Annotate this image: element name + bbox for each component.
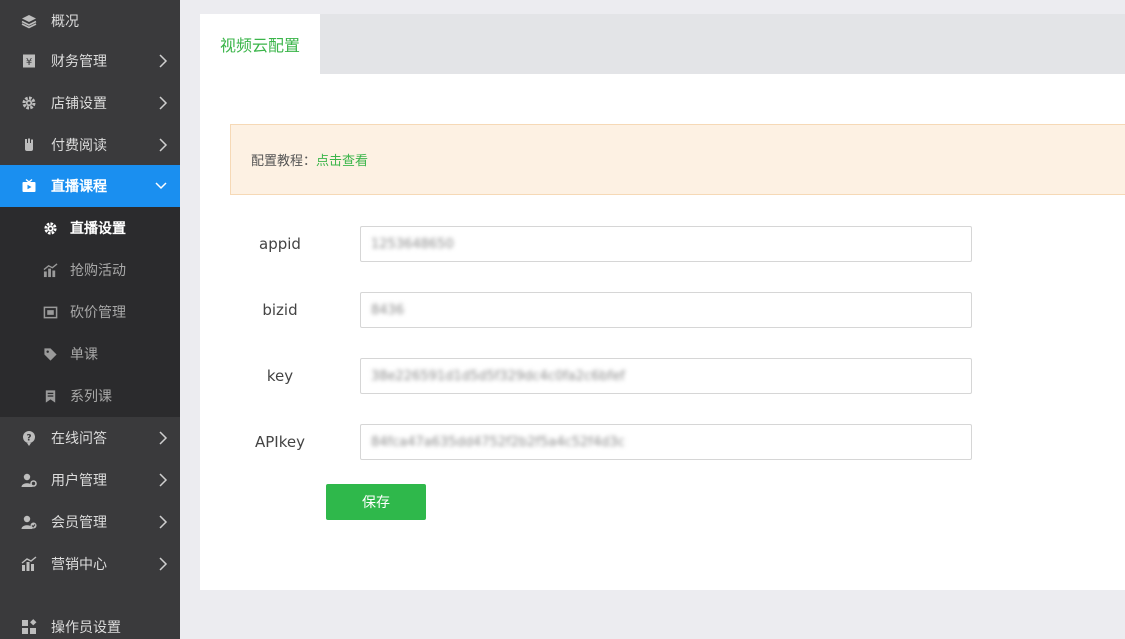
submenu-item-label: 系列课 <box>70 389 112 405</box>
hand-icon <box>20 136 38 154</box>
live-course-submenu: 直播设置 抢购活动 砍价管理 单课 系列课 <box>0 207 180 417</box>
main-panel: 视频云配置 配置教程： 点击查看 appid bizid key APIkey … <box>200 14 1125 590</box>
appid-field-wrap <box>360 226 972 262</box>
sidebar-item-paid-reading[interactable]: 付费阅读 <box>0 124 180 166</box>
form-row-apikey: APIkey <box>230 424 972 460</box>
chevron-down-icon <box>155 182 167 190</box>
sidebar-item-store-settings[interactable]: 店铺设置 <box>0 82 180 124</box>
appid-field[interactable] <box>361 227 971 261</box>
sidebar-item-label: 财务管理 <box>51 54 107 70</box>
chevron-right-icon <box>159 96 168 110</box>
chevron-right-icon <box>159 138 168 152</box>
sidebar-item-label: 操作员设置 <box>51 620 121 636</box>
live-tv-icon <box>20 177 38 195</box>
sidebar-item-operator-settings[interactable]: 操作员设置 <box>0 606 180 639</box>
submenu-item-label: 砍价管理 <box>70 305 126 321</box>
chevron-right-icon <box>159 515 168 529</box>
sidebar-item-finance[interactable]: ¥ 财务管理 <box>0 40 180 82</box>
sidebar-item-label: 直播课程 <box>51 179 107 195</box>
sidebar-item-marketing-center[interactable]: 营销中心 <box>0 543 180 585</box>
sidebar-item-label: 在线问答 <box>51 431 107 447</box>
sidebar-item-label: 营销中心 <box>51 557 107 573</box>
question-icon: ? <box>20 429 38 447</box>
sidebar: 概况 ¥ 财务管理 店铺设置 付费阅读 直播课程 直播设置 抢购活动 砍价管理 … <box>0 0 180 639</box>
chevron-right-icon <box>159 557 168 571</box>
svg-text:¥: ¥ <box>26 57 32 68</box>
bizid-field-wrap <box>360 292 972 328</box>
form-row-key: key <box>230 358 972 394</box>
submenu-item-live-settings[interactable]: 直播设置 <box>0 207 180 249</box>
gear-icon <box>20 94 38 112</box>
apikey-field-wrap <box>360 424 972 460</box>
bar-chart-icon <box>42 262 58 278</box>
apikey-label: APIkey <box>255 433 305 451</box>
sidebar-item-label: 概况 <box>51 14 79 30</box>
bizid-label: bizid <box>262 301 298 319</box>
save-button[interactable]: 保存 <box>326 484 426 520</box>
form-row-appid: appid <box>230 226 972 262</box>
key-field[interactable] <box>361 359 971 393</box>
submenu-item-label: 直播设置 <box>70 221 126 237</box>
widgets-icon <box>20 618 38 636</box>
member-icon <box>20 513 38 531</box>
user-gear-icon <box>20 471 38 489</box>
sidebar-item-label: 用户管理 <box>51 473 107 489</box>
submenu-item-single-course[interactable]: 单课 <box>0 333 180 375</box>
cut-price-icon <box>42 304 58 320</box>
sidebar-item-member-management[interactable]: 会员管理 <box>0 501 180 543</box>
submenu-item-flash-sale[interactable]: 抢购活动 <box>0 249 180 291</box>
notice-prefix: 配置教程： <box>251 154 317 169</box>
chevron-right-icon <box>159 473 168 487</box>
appid-label: appid <box>259 235 301 253</box>
submenu-item-bargain[interactable]: 砍价管理 <box>0 291 180 333</box>
config-tutorial-notice: 配置教程： 点击查看 <box>230 124 1125 195</box>
sidebar-item-label: 会员管理 <box>51 515 107 531</box>
submenu-item-label: 抢购活动 <box>70 263 126 279</box>
chevron-right-icon <box>159 54 168 68</box>
form-row-bizid: bizid <box>230 292 972 328</box>
key-field-wrap <box>360 358 972 394</box>
gear-icon <box>42 220 58 236</box>
bookmark-icon <box>42 388 58 404</box>
tutorial-link[interactable]: 点击查看 <box>316 150 368 169</box>
sidebar-item-live-course[interactable]: 直播课程 <box>0 165 180 207</box>
key-label: key <box>266 367 294 385</box>
bizid-field[interactable] <box>361 293 971 327</box>
tab-bar: 视频云配置 <box>200 14 1125 74</box>
sidebar-item-user-management[interactable]: 用户管理 <box>0 459 180 501</box>
svg-text:?: ? <box>26 434 31 444</box>
sidebar-item-overview[interactable]: 概况 <box>0 0 180 42</box>
sidebar-item-online-qa[interactable]: ? 在线问答 <box>0 417 180 459</box>
submenu-item-series-course[interactable]: 系列课 <box>0 375 180 417</box>
chart-icon <box>20 555 38 573</box>
tag-icon <box>42 346 58 362</box>
apikey-field[interactable] <box>361 425 971 459</box>
submenu-item-label: 单课 <box>70 347 98 363</box>
ledger-icon: ¥ <box>20 52 38 70</box>
tab-video-cloud-config[interactable]: 视频云配置 <box>200 14 320 74</box>
layers-icon <box>20 12 38 30</box>
sidebar-item-label: 付费阅读 <box>51 138 107 154</box>
chevron-right-icon <box>159 431 168 445</box>
sidebar-item-label: 店铺设置 <box>51 96 107 112</box>
